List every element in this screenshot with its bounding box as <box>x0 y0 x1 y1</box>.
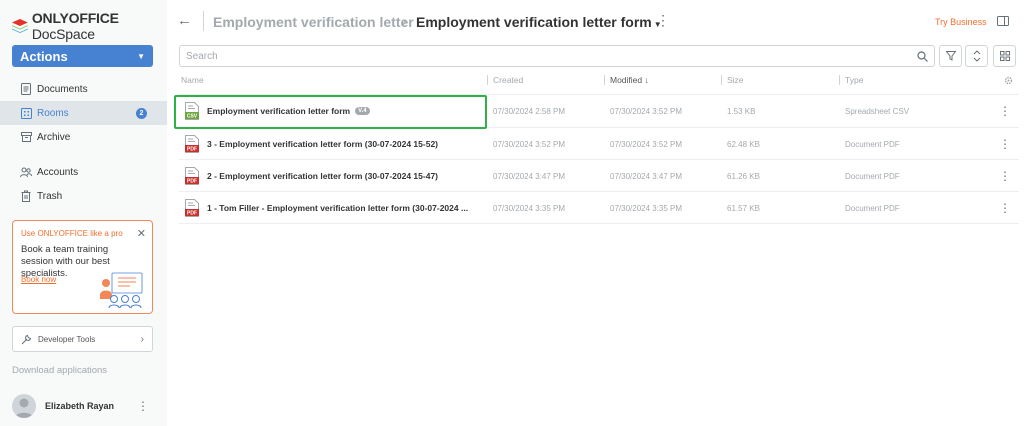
sidebar-item-trash[interactable]: Trash <box>0 184 167 208</box>
book-now-link[interactable]: Book now <box>21 275 56 284</box>
onlyoffice-logo-icon <box>12 18 28 34</box>
info-panel-icon[interactable] <box>997 16 1009 26</box>
file-size: 61.57 KB <box>727 203 760 213</box>
file-name[interactable]: 2 - Employment verification letter form … <box>207 171 438 181</box>
sidebar-item-rooms[interactable]: Rooms 2 <box>0 101 167 125</box>
more-vertical-icon[interactable]: ⋮ <box>999 160 1011 192</box>
sidebar-item-archive[interactable]: Archive <box>0 125 167 149</box>
document-icon <box>20 83 32 95</box>
app-title: ONLYOFFICE DocSpace <box>31 10 119 42</box>
row-divider <box>179 223 1019 224</box>
rooms-count-badge: 2 <box>136 107 147 119</box>
svg-text:PDF: PDF <box>187 147 197 153</box>
column-divider[interactable] <box>839 75 840 85</box>
modified-date: 07/30/2024 3:52 PM <box>610 139 683 149</box>
pdf-file-icon: PDF <box>185 135 199 153</box>
column-divider[interactable] <box>604 75 605 85</box>
table-row[interactable]: PDF 2 - Employment verification letter f… <box>179 160 1019 192</box>
sidebar-item-label: Rooms <box>37 107 69 119</box>
svg-text:PDF: PDF <box>187 211 197 217</box>
actions-button[interactable]: Actions ▼ <box>12 45 153 67</box>
sort-icon <box>973 50 980 62</box>
selection-highlight <box>174 95 487 129</box>
table-row[interactable]: PDF 1 - Tom Filler - Employment verifica… <box>179 192 1019 224</box>
back-arrow-icon[interactable]: ← <box>177 12 192 29</box>
training-illustration-icon <box>100 272 143 309</box>
archive-icon <box>20 131 32 143</box>
page-title[interactable]: Employment verification letter form ▼ <box>416 14 662 30</box>
file-type: Document PDF <box>845 171 900 181</box>
column-header-modified[interactable]: Modified ↓ <box>610 75 649 85</box>
table-row[interactable]: PDF 3 - Employment verification letter f… <box>179 128 1019 160</box>
user-profile[interactable]: Elizabeth Rayan ⋮ <box>0 385 167 426</box>
header-divider <box>203 11 204 31</box>
user-name: Elizabeth Rayan <box>45 400 115 411</box>
created-date: 07/30/2024 3:47 PM <box>493 171 566 181</box>
chevron-right-icon: › <box>402 13 407 29</box>
file-type: Spreadsheet CSV <box>845 106 910 116</box>
file-type: Document PDF <box>845 139 900 149</box>
actions-label: Actions <box>20 48 68 64</box>
modified-date: 07/30/2024 3:47 PM <box>610 171 683 181</box>
created-date: 07/30/2024 3:52 PM <box>493 139 566 149</box>
chevron-down-icon: ▼ <box>137 51 145 61</box>
pdf-file-icon: PDF <box>185 167 199 185</box>
sidebar: ONLYOFFICE DocSpace Actions ▼ Documents … <box>0 0 167 426</box>
sidebar-item-documents[interactable]: Documents <box>0 77 167 101</box>
rooms-icon <box>20 107 32 119</box>
gear-icon[interactable] <box>1004 76 1013 85</box>
developer-tools-label: Developer Tools <box>38 334 96 344</box>
file-name[interactable]: 1 - Tom Filler - Employment verification… <box>207 203 468 213</box>
search-input[interactable]: Search <box>179 45 935 67</box>
column-header-name[interactable]: Name <box>181 75 204 85</box>
file-name[interactable]: 3 - Employment verification letter form … <box>207 139 438 149</box>
file-size: 61.26 KB <box>727 171 760 181</box>
more-vertical-icon[interactable]: ⋮ <box>999 128 1011 160</box>
modified-date: 07/30/2024 3:35 PM <box>610 203 683 213</box>
download-applications-link[interactable]: Download applications <box>12 365 107 376</box>
sidebar-item-label: Trash <box>37 190 63 202</box>
search-icon[interactable] <box>917 50 928 62</box>
view-toggle-button[interactable] <box>993 45 1016 67</box>
column-header-size[interactable]: Size <box>727 75 744 85</box>
chevron-right-icon: › <box>140 333 144 345</box>
column-header-type[interactable]: Type <box>845 75 863 85</box>
modified-date: 07/30/2024 3:52 PM <box>610 106 683 116</box>
sidebar-item-label: Accounts <box>37 166 79 178</box>
sidebar-item-label: Documents <box>37 83 88 95</box>
developer-tools-button[interactable]: Developer Tools › <box>12 326 153 352</box>
more-vertical-icon[interactable]: ⋮ <box>656 12 670 29</box>
pdf-file-icon: PDF <box>185 199 199 217</box>
training-promo-card: Use ONLYOFFICE like a pro ✕ Book a team … <box>12 220 153 314</box>
close-icon[interactable]: ✕ <box>137 227 146 240</box>
promo-title: Use ONLYOFFICE like a pro <box>21 229 123 238</box>
svg-text:PDF: PDF <box>187 179 197 185</box>
more-vertical-icon[interactable]: ⋮ <box>999 95 1011 127</box>
sidebar-item-accounts[interactable]: Accounts <box>0 160 167 184</box>
more-vertical-icon[interactable]: ⋮ <box>137 399 149 413</box>
file-type: Document PDF <box>845 203 900 213</box>
sort-button[interactable] <box>965 45 988 67</box>
filter-icon <box>945 51 956 61</box>
file-size: 1.53 KB <box>727 106 756 116</box>
trash-icon <box>20 190 32 202</box>
created-date: 07/30/2024 2:58 PM <box>493 106 566 116</box>
column-divider[interactable] <box>487 75 488 85</box>
accounts-icon <box>20 166 32 178</box>
column-divider[interactable] <box>721 75 722 85</box>
search-placeholder: Search <box>186 50 218 62</box>
avatar[interactable] <box>12 393 36 418</box>
wrench-icon <box>21 334 32 344</box>
grid-view-icon <box>999 51 1010 61</box>
app-logo[interactable]: ONLYOFFICE DocSpace <box>12 10 167 42</box>
created-date: 07/30/2024 3:35 PM <box>493 203 566 213</box>
breadcrumb-parent[interactable]: Employment verification letter <box>213 14 414 30</box>
try-business-link[interactable]: Try Business <box>935 17 987 27</box>
column-header-created[interactable]: Created <box>493 75 523 85</box>
filter-button[interactable] <box>939 45 962 67</box>
sidebar-item-label: Archive <box>37 131 71 143</box>
more-vertical-icon[interactable]: ⋮ <box>999 192 1011 224</box>
file-size: 62.48 KB <box>727 139 760 149</box>
